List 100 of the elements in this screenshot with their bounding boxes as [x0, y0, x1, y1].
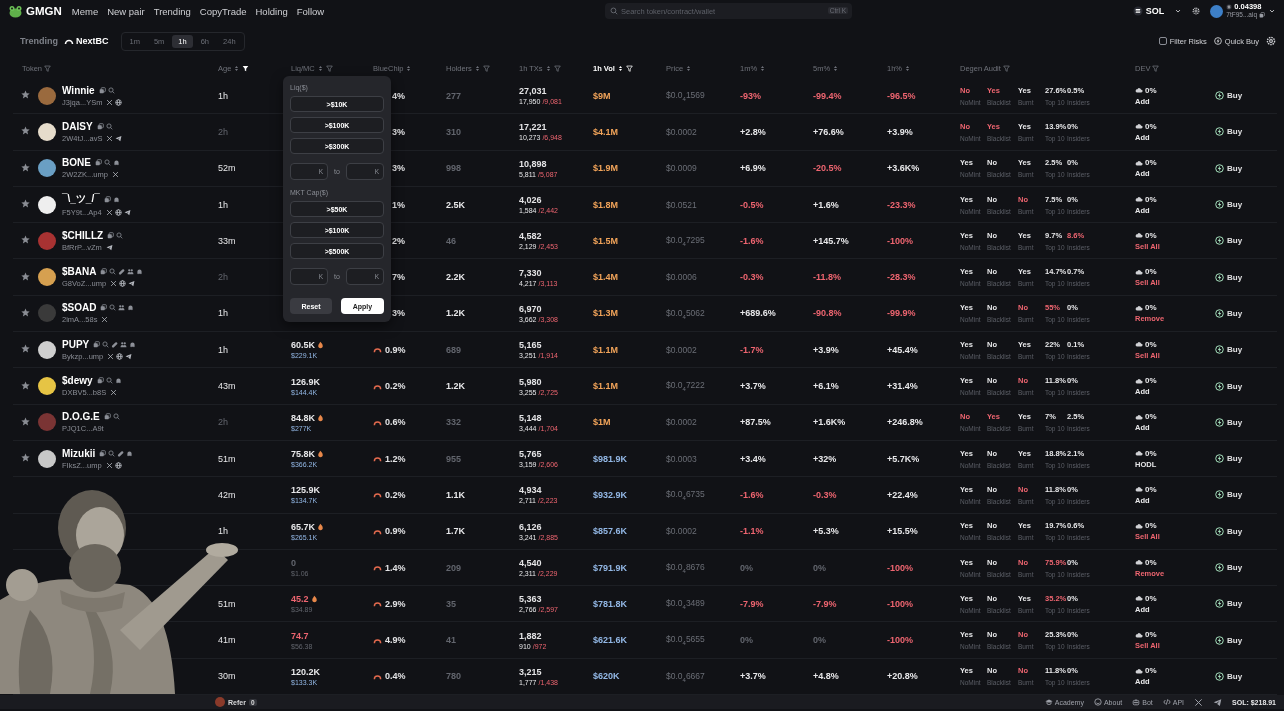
telegram-icon[interactable]	[105, 243, 113, 251]
telegram-icon[interactable]	[115, 134, 123, 142]
copy-icon[interactable]	[100, 304, 108, 312]
range-field[interactable]	[290, 163, 328, 180]
star-icon[interactable]	[21, 271, 30, 281]
copy-icon[interactable]	[103, 413, 111, 421]
telegram-icon[interactable]	[128, 280, 136, 288]
copy-icon[interactable]	[96, 122, 104, 130]
buy-button[interactable]: Buy	[1213, 415, 1245, 429]
tab[interactable]: NextBC	[64, 36, 109, 46]
ghost-icon[interactable]	[127, 304, 135, 312]
settings-icon[interactable]	[1266, 36, 1276, 46]
cap-icon[interactable]	[1044, 698, 1053, 707]
star-icon[interactable]	[21, 199, 30, 209]
star-icon[interactable]	[21, 344, 30, 354]
star-icon[interactable]	[21, 380, 30, 390]
telegram-icon[interactable]	[123, 209, 131, 217]
nav-link[interactable]: Follow	[296, 5, 325, 17]
buy-button[interactable]: Buy	[1213, 161, 1245, 175]
star-icon[interactable]	[21, 126, 30, 136]
globe-icon[interactable]	[114, 209, 122, 217]
buy-button[interactable]: Buy	[1213, 125, 1245, 139]
nav-link[interactable]: Holding	[255, 5, 288, 17]
nav-link[interactable]: Meme	[71, 5, 99, 17]
copy-icon[interactable]	[96, 377, 104, 384]
buy-button[interactable]: Buy	[1213, 524, 1245, 538]
pill-icon[interactable]	[118, 268, 126, 276]
copy-icon[interactable]	[93, 340, 101, 348]
globe-icon[interactable]	[116, 352, 124, 360]
robot-icon[interactable]	[1132, 698, 1141, 707]
buy-button[interactable]: Buy	[1213, 669, 1245, 683]
buy-button[interactable]: Buy	[1213, 597, 1245, 611]
star-icon[interactable]	[21, 235, 30, 245]
x-icon[interactable]	[111, 171, 119, 179]
search-icon[interactable]	[105, 377, 113, 384]
search-icon[interactable]	[103, 159, 111, 167]
people-icon[interactable]	[118, 304, 126, 312]
copy-icon[interactable]	[99, 449, 107, 457]
x-icon[interactable]	[101, 316, 109, 324]
buy-button[interactable]: Buy	[1213, 270, 1245, 284]
globe-icon[interactable]	[114, 461, 122, 469]
search-icon[interactable]	[609, 7, 618, 15]
x-icon[interactable]	[1194, 697, 1204, 707]
people-icon[interactable]	[120, 340, 128, 348]
tab[interactable]: Trending	[20, 36, 58, 46]
nav-link[interactable]: CopyTrade	[199, 5, 247, 17]
search-icon[interactable]	[116, 231, 124, 239]
copy-icon[interactable]	[94, 159, 102, 167]
telegram-icon[interactable]	[125, 352, 133, 360]
search-icon[interactable]	[105, 122, 113, 130]
buy-button[interactable]: Buy	[1213, 452, 1245, 466]
chain-selector[interactable]: SOL	[1132, 6, 1165, 16]
ghost-icon[interactable]	[112, 195, 120, 203]
x-icon[interactable]	[105, 209, 113, 217]
ghost-icon[interactable]	[114, 377, 122, 384]
buy-button[interactable]: Buy	[1213, 343, 1245, 357]
logo-icon[interactable]	[8, 4, 23, 18]
range-field[interactable]	[346, 163, 384, 180]
sort-icon[interactable]	[616, 64, 624, 72]
x-icon[interactable]	[105, 461, 113, 469]
search-icon[interactable]	[108, 449, 116, 457]
star-icon[interactable]	[21, 307, 30, 317]
copy-icon[interactable]	[103, 195, 111, 203]
star-icon[interactable]	[21, 90, 30, 100]
x-icon[interactable]	[106, 98, 114, 106]
copy-icon[interactable]	[1259, 12, 1265, 18]
buy-button[interactable]: Buy	[1213, 89, 1245, 103]
code-icon[interactable]	[1162, 698, 1171, 707]
buy-button[interactable]: Buy	[1213, 306, 1245, 320]
ghost-icon[interactable]	[129, 340, 137, 348]
buy-button[interactable]: Buy	[1213, 234, 1245, 248]
pill-icon[interactable]	[117, 449, 125, 457]
buy-button[interactable]: Buy	[1213, 488, 1245, 502]
search-icon[interactable]	[107, 86, 115, 94]
copy-icon[interactable]	[100, 268, 108, 276]
chevron-icon[interactable]	[1174, 7, 1183, 15]
nav-link[interactable]: New pair	[107, 5, 145, 17]
nav-link[interactable]: Trending	[153, 5, 191, 17]
star-icon[interactable]	[21, 416, 30, 426]
x-icon[interactable]	[106, 134, 114, 142]
globe-icon[interactable]	[119, 280, 127, 288]
buy-button[interactable]: Buy	[1213, 561, 1245, 574]
settings-icon[interactable]	[1192, 7, 1201, 15]
chevron-icon[interactable]	[1268, 7, 1276, 15]
ghost-icon[interactable]	[112, 159, 120, 167]
people-icon[interactable]	[127, 268, 135, 276]
search-icon[interactable]	[109, 304, 117, 312]
pill-icon[interactable]	[111, 340, 119, 348]
circle-icon[interactable]	[1093, 698, 1102, 707]
ghost-icon[interactable]	[136, 268, 144, 276]
range-field[interactable]	[346, 268, 384, 285]
filter-icon[interactable]	[242, 64, 250, 72]
copy-icon[interactable]	[107, 231, 115, 239]
star-icon[interactable]	[21, 162, 30, 172]
copy-icon[interactable]	[98, 86, 106, 94]
search-icon[interactable]	[109, 268, 117, 276]
buy-button[interactable]: Buy	[1213, 198, 1245, 212]
buy-button[interactable]: Buy	[1213, 379, 1245, 393]
globe-icon[interactable]	[115, 98, 123, 106]
search-icon[interactable]	[102, 340, 110, 348]
